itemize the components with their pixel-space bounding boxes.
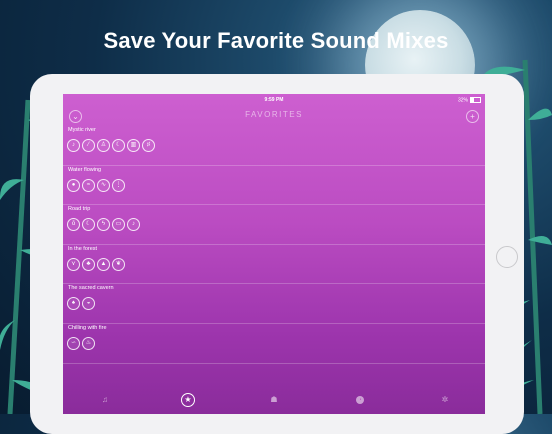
bell-icon[interactable]: ♠ [67, 297, 80, 311]
app-screen: 9:59 PM 32% ⌄ FAVORITES + Mystic river ♪ ⁄… [63, 94, 485, 414]
favorite-row[interactable]: In the forest ⋎ ♣ ▲ ❦ [63, 245, 485, 285]
favorite-row[interactable]: Chilling with fire ∽ ♨ [63, 324, 485, 364]
page-title: FAVORITES [245, 110, 303, 119]
car-icon[interactable]: ▭ [112, 218, 125, 232]
piano-icon[interactable]: ▥ [127, 139, 140, 152]
favorite-row[interactable]: The sacred cavern ♠ ◒ [63, 284, 485, 324]
plus-icon[interactable]: + [466, 110, 479, 123]
status-bar: 9:59 PM 32% [63, 94, 485, 105]
fire-icon[interactable]: ♨ [82, 336, 95, 350]
rain-icon[interactable]: ⋮ [112, 178, 125, 192]
bird-icon[interactable]: ⋎ [67, 257, 80, 271]
favorite-row[interactable]: Mystic river ♪ ⁄ ♙ ☾ ▥ ♯ [63, 126, 485, 166]
timer-icon[interactable]: ◔ [356, 396, 364, 404]
favorite-name: The sacred cavern [68, 285, 114, 292]
owl-icon[interactable]: ō [67, 218, 80, 232]
battery-icon [470, 97, 481, 103]
favorite-row[interactable]: Road trip ō ☾ ϟ ▭ ♪ [63, 205, 485, 245]
tree-icon[interactable]: ♣ [82, 257, 95, 271]
cat-icon[interactable]: ☗ [267, 393, 281, 407]
stream-icon[interactable]: ≈ [82, 178, 95, 192]
sound-icons: ⋎ ♣ ▲ ❦ [67, 257, 125, 271]
star-icon[interactable]: ★ [181, 393, 195, 407]
headline: Save Your Favorite Sound Mixes [103, 28, 449, 53]
tab-bar: ♫ ★ ☗ ◔ ✲ [63, 387, 485, 414]
sound-icons: ∽ ♨ [67, 336, 95, 350]
favorite-name: Water flowing [68, 166, 102, 173]
lightning-icon[interactable]: ϟ [97, 218, 110, 232]
status-battery: 32% [458, 97, 481, 103]
flute-icon[interactable]: ⁄ [82, 139, 95, 152]
guitar-icon[interactable]: ♪ [127, 218, 140, 232]
favorite-name: In the forest [68, 245, 98, 252]
sound-icons: ♪ ⁄ ♙ ☾ ▥ ♯ [67, 139, 155, 152]
wind-icon[interactable]: ∽ [67, 336, 80, 350]
favorite-name: Road trip [68, 206, 91, 213]
leaf-icon[interactable]: ❦ [112, 257, 125, 271]
music-note-icon[interactable]: ♫ [98, 393, 112, 407]
sound-icons: ♠ ◒ [67, 297, 95, 311]
wind-chime-icon[interactable]: ♙ [97, 139, 110, 152]
waves-icon[interactable]: ∿ [97, 178, 110, 192]
status-time: 9:59 PM [264, 97, 284, 103]
sound-icons: ō ☾ ϟ ▭ ♪ [67, 218, 140, 232]
battery-percent: 32% [457, 97, 468, 104]
moon-icon[interactable]: ☾ [112, 139, 125, 152]
moon-icon[interactable]: ☾ [82, 218, 95, 232]
home-button[interactable] [496, 246, 518, 268]
nav-bar: ⌄ FAVORITES + [63, 106, 485, 126]
sound-icons: ● ≈ ∿ ⋮ [67, 178, 125, 192]
violin-icon[interactable]: ♯ [142, 139, 155, 152]
favorite-name: Chilling with fire [68, 324, 107, 331]
gear-icon[interactable]: ✲ [438, 393, 452, 407]
favorite-row[interactable]: Water flowing ● ≈ ∿ ⋮ [63, 166, 485, 206]
favorite-name: Mystic river [68, 127, 96, 133]
campfire-icon[interactable]: ▲ [97, 257, 110, 271]
favorites-list: Mystic river ♪ ⁄ ♙ ☾ ▥ ♯ Water flowing ● ≈ ∿ ⋮ Road … [63, 126, 485, 364]
cave-icon[interactable]: ◒ [82, 297, 95, 311]
guitar-icon[interactable]: ♪ [67, 139, 80, 152]
water-drop-icon[interactable]: ● [67, 178, 80, 192]
